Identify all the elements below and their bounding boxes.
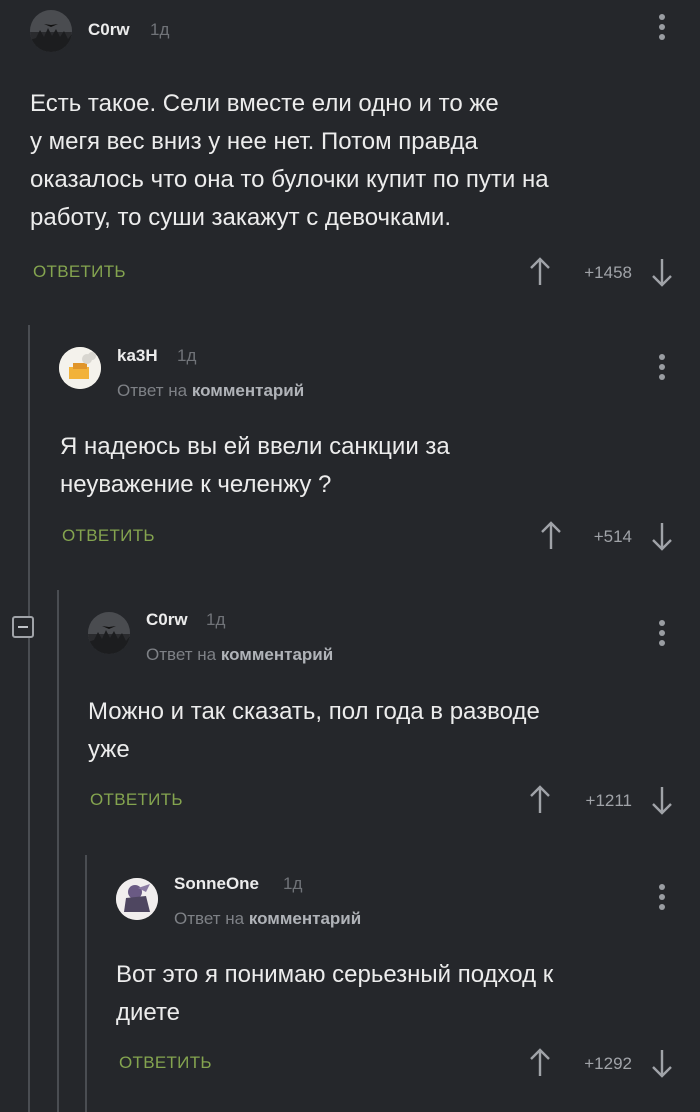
comment-line: Вот это я понимаю серьезный подход к — [116, 961, 554, 988]
comment: SonneOne 1д Ответ на комментарий Вот это… — [0, 0, 700, 1112]
more-menu-icon[interactable] — [658, 884, 666, 916]
timestamp: 1д — [283, 874, 303, 893]
reply-to-link[interactable]: комментарий — [249, 909, 361, 928]
reply-button[interactable]: ОТВЕТИТЬ — [119, 1053, 212, 1073]
downvote-arrow-icon[interactable] — [650, 1048, 674, 1078]
rating: +1292 — [584, 1054, 632, 1073]
upvote-arrow-icon[interactable] — [528, 1048, 552, 1078]
comment-text: Вот это я понимаю серьезный подход к дие… — [116, 956, 553, 1032]
username[interactable]: SonneOne — [174, 874, 259, 894]
reply-to-prefix: Ответ на — [174, 909, 245, 928]
comment-line: диете — [116, 999, 181, 1026]
reply-to: Ответ на комментарий — [174, 909, 361, 929]
avatar[interactable] — [116, 878, 158, 920]
